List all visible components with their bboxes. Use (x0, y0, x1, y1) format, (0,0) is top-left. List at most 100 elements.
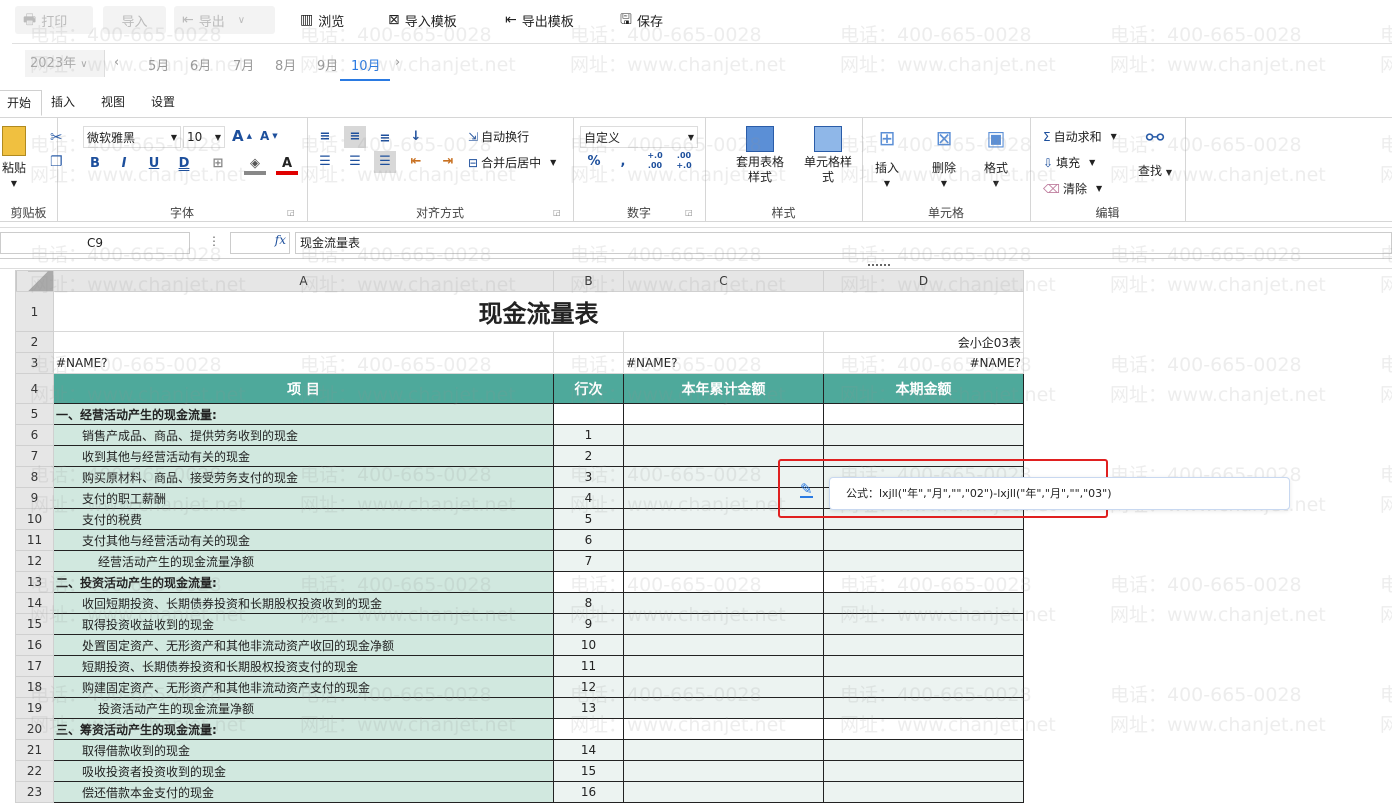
item-cell[interactable]: 支付的职工薪酬 (53, 487, 554, 509)
ytd-amount-cell[interactable] (623, 781, 824, 803)
align-right-icon[interactable]: ☰ (374, 151, 396, 173)
formula-input[interactable]: 现金流量表 (295, 232, 1392, 254)
border-icon[interactable]: ⊞ (207, 153, 229, 175)
item-cell[interactable]: 吸收投资者投资收到的现金 (53, 760, 554, 782)
sheet-title[interactable]: 现金流量表 (53, 291, 1024, 332)
tab-view[interactable]: 视图 (91, 90, 135, 116)
month-tab-active[interactable]: 10月 (351, 55, 381, 74)
clear-button[interactable]: ⌫ 清除 ▼ (1043, 180, 1102, 197)
month-tab[interactable]: 7月 (233, 55, 254, 74)
browse-button[interactable]: ▥ 浏览 (292, 6, 352, 34)
period-amount-cell[interactable] (823, 739, 1024, 761)
ytd-amount-cell[interactable] (623, 676, 824, 698)
ytd-amount-cell[interactable] (623, 550, 824, 572)
find-button[interactable]: ⚯ 查找 ▼ (1138, 126, 1172, 179)
row-header[interactable]: 3 (15, 352, 54, 374)
row-header[interactable]: 21 (15, 739, 54, 761)
delete-cells-button[interactable]: ⊠ 删除 ▼ (932, 126, 956, 188)
item-cell[interactable]: 偿还借款本金支付的现金 (53, 781, 554, 803)
fill-button[interactable]: ⇩ 填充 ▼ (1043, 154, 1095, 171)
merge-center-button[interactable]: ⊟ 合并后居中 ▼ (468, 154, 556, 171)
period-amount-cell[interactable] (823, 634, 1024, 656)
period-amount-cell[interactable] (823, 613, 1024, 635)
row-header[interactable]: 13 (15, 571, 54, 593)
item-cell[interactable]: 取得投资收益收到的现金 (53, 613, 554, 635)
select-all-corner[interactable] (15, 270, 54, 292)
insert-cells-button[interactable]: ⊞ 插入 ▼ (875, 126, 899, 188)
line-number-cell[interactable]: 13 (553, 697, 624, 719)
align-bottom-icon[interactable]: ≡ (374, 128, 396, 150)
bold-button[interactable]: B (84, 153, 106, 175)
fx-button[interactable]: fx (230, 232, 290, 254)
cell[interactable] (553, 352, 624, 374)
line-number-cell[interactable]: 3 (553, 466, 624, 488)
next-month-button[interactable]: › (395, 55, 400, 70)
dialog-launcher-icon[interactable]: ◲ (553, 208, 561, 217)
row-header[interactable]: 20 (15, 718, 54, 740)
decrease-decimal-button[interactable]: .00 +.0 (673, 151, 695, 173)
column-header[interactable]: D (823, 270, 1024, 292)
row-header[interactable]: 6 (15, 424, 54, 446)
ytd-amount-cell[interactable] (623, 592, 824, 614)
item-cell[interactable]: 三、筹资活动产生的现金流量: (53, 718, 554, 740)
period-amount-cell[interactable] (823, 529, 1024, 551)
row-header[interactable]: 15 (15, 613, 54, 635)
decrease-indent-icon[interactable]: ⇤ (405, 151, 427, 173)
align-center-icon[interactable]: ☰ (344, 151, 366, 173)
export-button[interactable]: ⇤ 导出 ∨ (174, 6, 275, 34)
ytd-amount-cell[interactable] (623, 760, 824, 782)
line-number-cell[interactable] (553, 718, 624, 740)
text-direction-icon[interactable]: ↓ (405, 126, 427, 148)
ytd-amount-cell[interactable] (623, 739, 824, 761)
comma-button[interactable]: , (612, 151, 634, 173)
ytd-amount-cell[interactable] (623, 571, 824, 593)
line-number-cell[interactable]: 8 (553, 592, 624, 614)
item-cell[interactable]: 销售产成品、商品、提供劳务收到的现金 (53, 424, 554, 446)
row-header[interactable]: 14 (15, 592, 54, 614)
shrink-font-icon[interactable]: A ▼ (260, 129, 278, 143)
line-number-cell[interactable]: 10 (553, 634, 624, 656)
month-tab[interactable]: 5月 (148, 55, 169, 74)
resize-handle[interactable] (868, 264, 890, 266)
row-header[interactable]: 7 (15, 445, 54, 467)
autosum-button[interactable]: Σ 自动求和 ▼ (1043, 128, 1117, 145)
italic-button[interactable]: I (113, 153, 135, 175)
row-header[interactable]: 22 (15, 760, 54, 782)
align-top-icon[interactable]: ≡ (314, 126, 336, 148)
ytd-amount-cell[interactable] (623, 634, 824, 656)
name-error-cell[interactable]: #NAME? (823, 352, 1024, 374)
ytd-amount-cell[interactable] (623, 424, 824, 446)
font-color-icon[interactable]: A (276, 153, 298, 175)
line-number-cell[interactable]: 6 (553, 529, 624, 551)
wrap-text-button[interactable]: ⇲ 自动换行 (468, 128, 529, 145)
print-button[interactable]: 🖶 打印 (15, 6, 93, 34)
month-tab[interactable]: 8月 (275, 55, 296, 74)
item-cell[interactable]: 经营活动产生的现金流量净额 (53, 550, 554, 572)
row-header[interactable]: 17 (15, 655, 54, 677)
item-cell[interactable]: 购买原材料、商品、接受劳务支付的现金 (53, 466, 554, 488)
import-template-button[interactable]: ⊠ 导入模板 (380, 6, 465, 34)
import-button[interactable]: 导入 (103, 6, 166, 34)
period-amount-cell[interactable] (823, 592, 1024, 614)
ytd-amount-cell[interactable] (623, 655, 824, 677)
item-cell[interactable]: 收到其他与经营活动有关的现金 (53, 445, 554, 467)
period-amount-cell[interactable] (823, 571, 1024, 593)
item-cell[interactable]: 投资活动产生的现金流量净额 (53, 697, 554, 719)
period-amount-cell[interactable] (823, 760, 1024, 782)
line-number-cell[interactable] (553, 403, 624, 425)
ytd-amount-cell[interactable] (623, 697, 824, 719)
cut-icon[interactable]: ✂ (50, 128, 63, 146)
name-box[interactable]: C9 (0, 232, 190, 254)
export-template-button[interactable]: ⇤ 导出模板 (497, 6, 582, 34)
line-number-cell[interactable]: 16 (553, 781, 624, 803)
row-header[interactable]: 1 (15, 291, 54, 332)
percent-button[interactable]: % (583, 151, 605, 173)
row-header[interactable]: 19 (15, 697, 54, 719)
row-header[interactable]: 18 (15, 676, 54, 698)
header-item[interactable]: 项 目 (53, 373, 554, 404)
number-format-select[interactable]: 自定义 ▼ (580, 126, 698, 148)
paste-button[interactable]: 粘贴 ▼ (2, 126, 26, 188)
month-tab[interactable]: 9月 (317, 55, 338, 74)
row-header[interactable]: 5 (15, 403, 54, 425)
row-header[interactable]: 16 (15, 634, 54, 656)
